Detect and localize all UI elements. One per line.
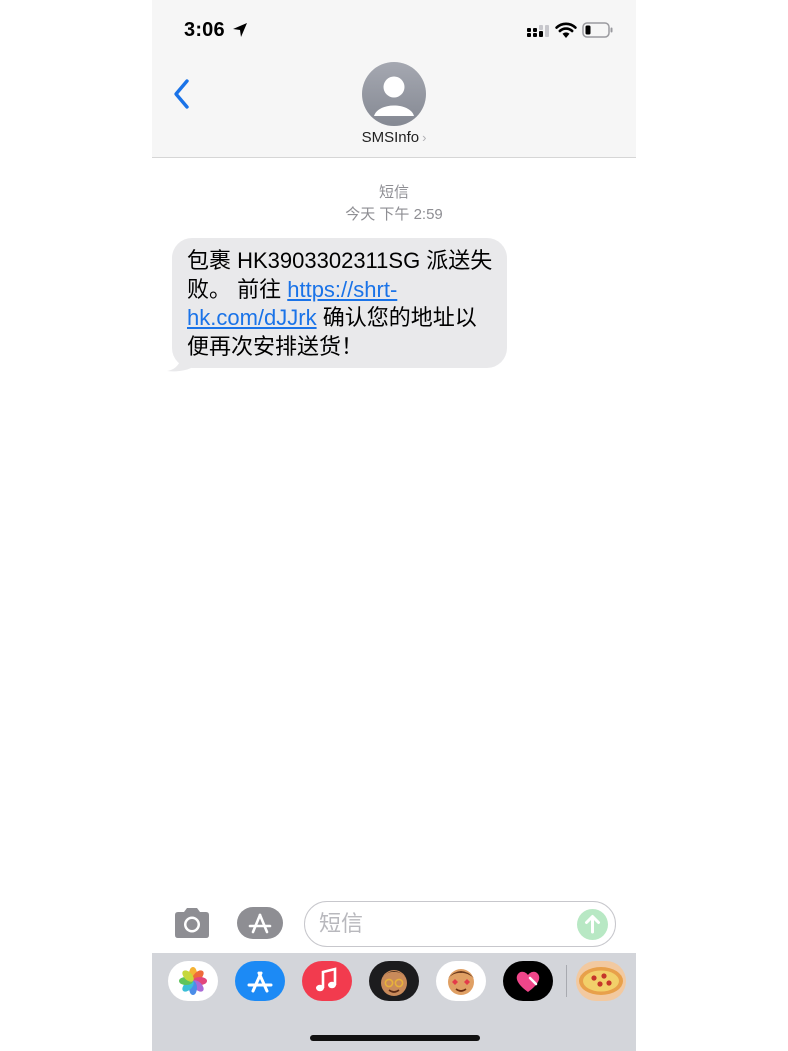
photos-app[interactable] xyxy=(168,961,218,1001)
contact-avatar[interactable] xyxy=(362,62,426,126)
game-app[interactable] xyxy=(576,961,626,1001)
app-store-icon[interactable] xyxy=(236,906,284,940)
conversation-header: SMSInfo › xyxy=(152,58,636,158)
animoji-app[interactable] xyxy=(436,961,486,1001)
chevron-right-icon: › xyxy=(422,130,427,145)
cellular-signal-icon xyxy=(527,25,549,37)
location-arrow-icon xyxy=(233,23,247,37)
heart-icon xyxy=(516,971,540,992)
animoji-face-icon xyxy=(448,969,474,995)
pizza-icon xyxy=(579,967,623,995)
arrow-up-icon xyxy=(585,915,600,934)
message-input-field[interactable] xyxy=(304,901,616,947)
wifi-icon xyxy=(555,22,577,38)
thread-timestamp: 今天 下午 2:59 xyxy=(345,206,443,223)
contact-name: SMSInfo xyxy=(361,129,420,146)
send-button[interactable] xyxy=(577,909,608,940)
drawer-divider xyxy=(566,965,567,997)
music-app[interactable] xyxy=(302,961,352,1001)
message-input[interactable] xyxy=(319,910,569,938)
memoji-face-icon xyxy=(381,970,407,996)
music-note-icon xyxy=(316,967,337,992)
messages-screen: 3:06 SMSInfo › 短信 今天 下午 2:59 包裹 HK390330… xyxy=(152,0,636,1051)
photos-flower-icon xyxy=(179,967,207,995)
app-drawer xyxy=(152,953,636,1051)
home-indicator[interactable] xyxy=(310,1035,480,1041)
camera-icon[interactable] xyxy=(172,906,212,940)
digital-touch-app[interactable] xyxy=(503,961,553,1001)
status-time: 3:06 xyxy=(184,19,225,41)
incoming-message-bubble[interactable]: 包裹 HK3903302311SG 派送失败。 前往 https://shrt-… xyxy=(172,238,507,368)
contact-name-row[interactable]: SMSInfo › xyxy=(152,129,636,146)
app-store-a-icon xyxy=(247,971,273,993)
memoji-app[interactable] xyxy=(369,961,419,1001)
thread-service-label: 短信 xyxy=(378,184,409,201)
app-store-app[interactable] xyxy=(235,961,285,1001)
battery-icon xyxy=(582,22,613,38)
status-bar: 3:06 xyxy=(152,0,636,58)
chevron-left-icon[interactable] xyxy=(172,78,192,110)
person-icon xyxy=(374,76,414,116)
